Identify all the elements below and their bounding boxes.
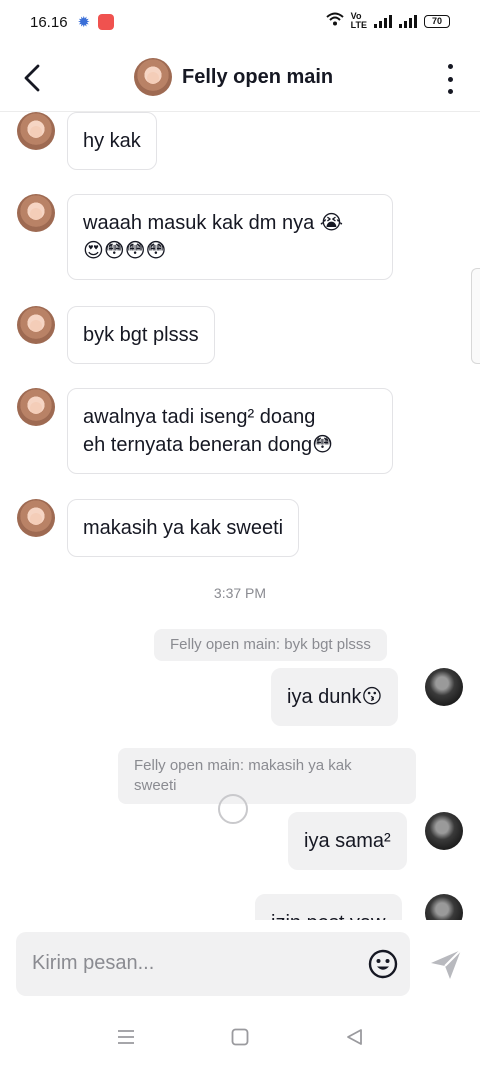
scrollbar[interactable] — [471, 268, 480, 364]
message-text: iya dunk😗 — [287, 686, 383, 708]
emoji-icon[interactable] — [368, 949, 398, 979]
message-text: hy kak — [83, 130, 141, 152]
message-bubble[interactable]: iya sama² — [288, 812, 407, 870]
avatar[interactable] — [17, 388, 55, 426]
status-bar: 16.16 ✹ Vo LTE 70 — [0, 0, 480, 44]
reply-reference-text: Felly open main: makasih ya kak — [134, 757, 352, 774]
message-input-placeholder: Kirim pesan... — [32, 952, 155, 974]
avatar[interactable] — [17, 112, 55, 150]
message-input[interactable]: Kirim pesan... — [16, 932, 410, 996]
message-bubble[interactable]: hy kak — [67, 112, 157, 170]
send-icon[interactable] — [428, 946, 464, 982]
chat-header: Felly open main — [0, 44, 480, 112]
home-square-icon[interactable] — [229, 1026, 251, 1048]
signal-2-icon — [399, 14, 417, 28]
message-bubble[interactable]: makasih ya kak sweeti — [67, 499, 300, 557]
message-text: iya sama² — [304, 830, 391, 852]
wifi-icon — [325, 12, 344, 30]
loading-spinner-icon — [218, 794, 248, 824]
signal-1-icon — [374, 14, 392, 28]
system-nav-bar — [0, 1006, 480, 1066]
status-indicators: Vo LTE 70 — [325, 11, 450, 30]
avatar[interactable] — [425, 668, 463, 706]
message-text: byk bgt plsss — [83, 324, 199, 346]
avatar[interactable] — [134, 58, 172, 96]
message-bubble[interactable]: byk bgt plsss — [67, 306, 215, 364]
message-text: eh ternyata beneran dong😳 — [83, 434, 333, 456]
reply-reference[interactable]: Felly open main: byk bgt plsss — [154, 629, 387, 661]
more-vertical-icon[interactable] — [446, 64, 454, 94]
settings-gear-icon: ✹ — [77, 14, 91, 31]
avatar[interactable] — [17, 499, 55, 537]
message-text: 😍😳😳😳 — [83, 240, 167, 262]
message-text: makasih ya kak sweeti — [83, 517, 284, 539]
message-bubble[interactable]: awalnya tadi iseng² doang eh ternyata be… — [67, 388, 393, 474]
page-title: Felly open main — [182, 65, 334, 88]
avatar[interactable] — [17, 194, 55, 232]
menu-icon[interactable] — [115, 1026, 137, 1048]
reply-reference[interactable]: Felly open main: makasih ya kak sweeti — [118, 748, 416, 804]
message-bubble[interactable]: waaah masuk kak dm nya 😭 😍😳😳😳 — [67, 194, 393, 280]
back-triangle-icon[interactable] — [344, 1026, 366, 1048]
message-text: awalnya tadi iseng² doang — [83, 406, 316, 428]
screen-record-icon — [98, 14, 115, 30]
volte-icon: Vo LTE — [350, 11, 367, 30]
back-arrow-icon[interactable] — [18, 60, 50, 96]
message-timestamp: 3:37 PM — [213, 585, 267, 601]
message-bubble[interactable]: izin post yaw — [255, 894, 402, 920]
avatar[interactable] — [17, 306, 55, 344]
battery-icon: 70 — [424, 14, 450, 28]
message-text: izin post yaw — [271, 912, 386, 920]
avatar[interactable] — [425, 894, 463, 920]
message-text: waaah masuk kak dm nya 😭 — [83, 212, 344, 234]
message-composer: Kirim pesan... — [0, 920, 480, 1006]
status-time: 16.16 — [30, 13, 68, 31]
reply-reference-text: sweeti — [134, 777, 177, 794]
avatar[interactable] — [425, 812, 463, 850]
chat-partner[interactable]: Felly open main — [134, 58, 333, 96]
message-bubble[interactable]: iya dunk😗 — [271, 668, 399, 726]
